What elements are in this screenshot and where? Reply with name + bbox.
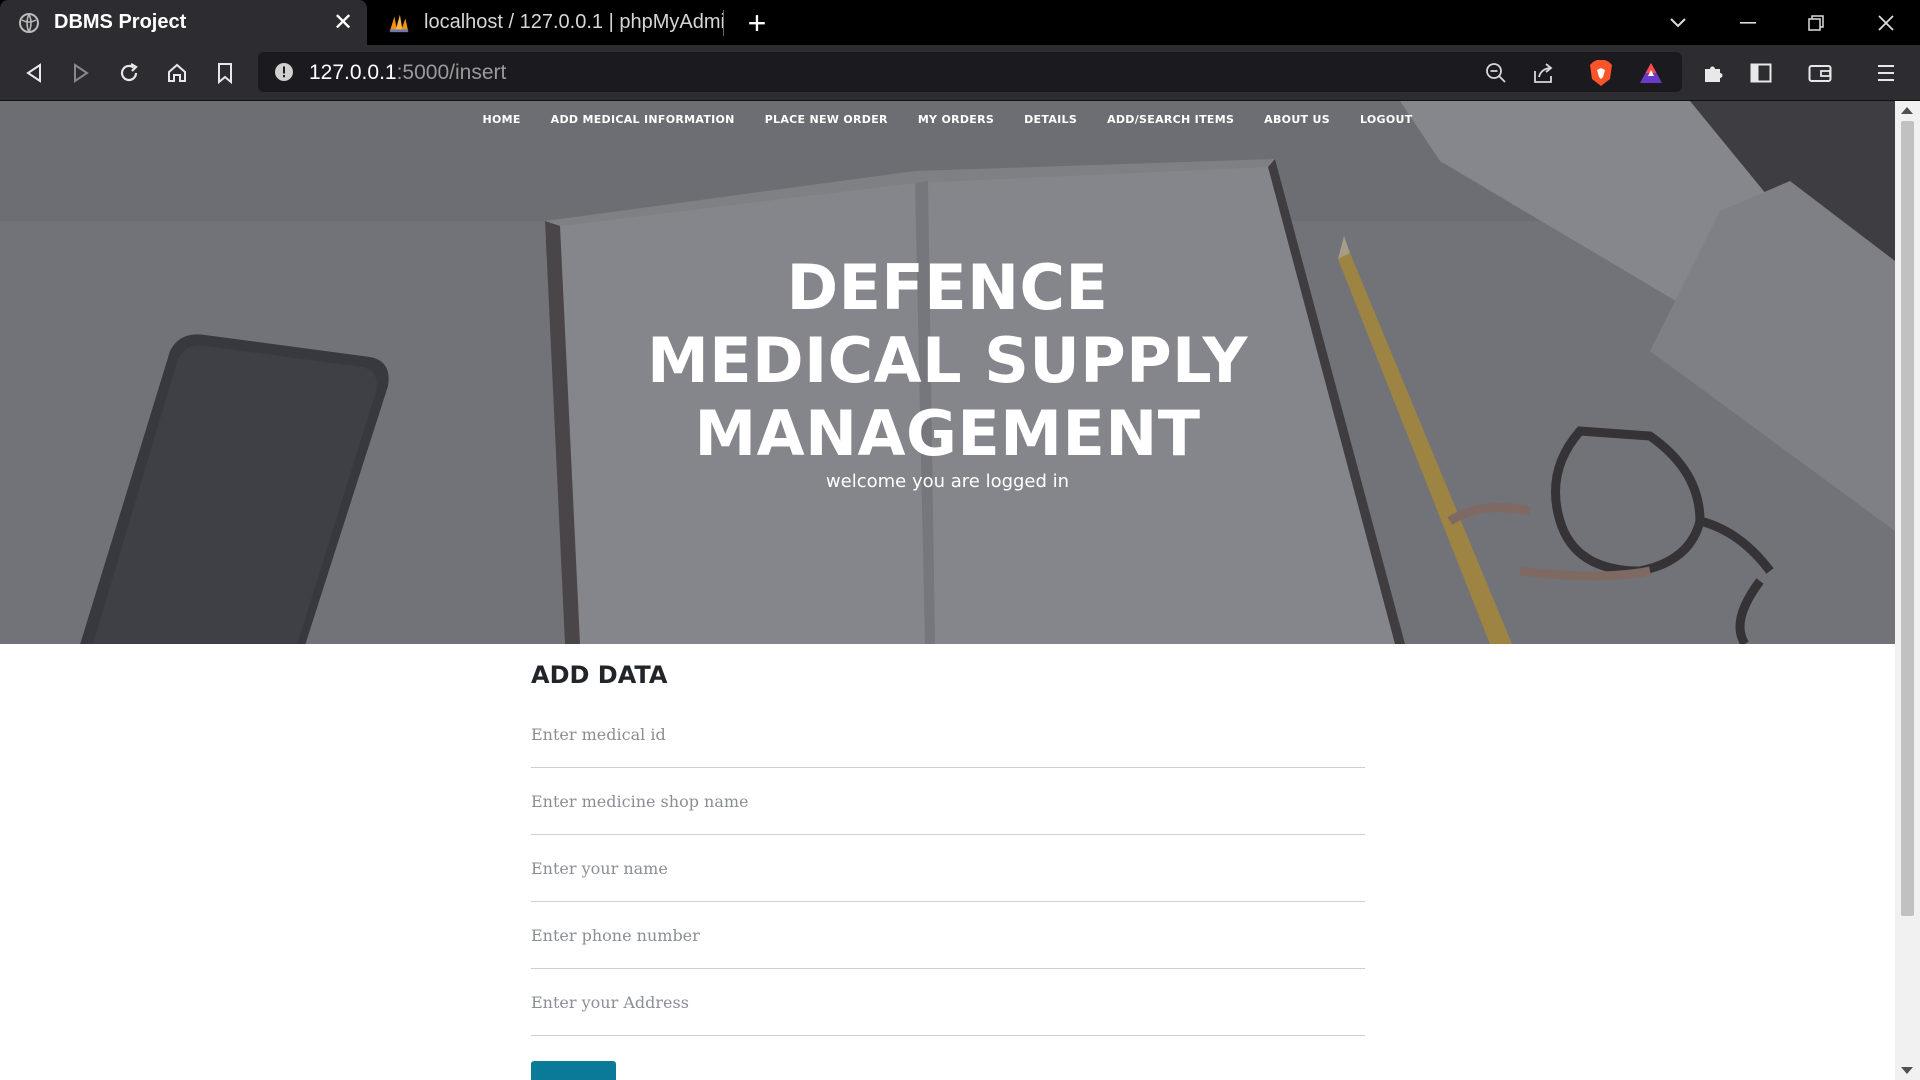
add-data-form: ADD DATA — [531, 661, 1365, 1036]
restore-icon[interactable] — [1786, 0, 1846, 45]
tab-divider — [723, 10, 724, 36]
wallet-icon[interactable] — [1802, 55, 1838, 91]
form-heading: ADD DATA — [531, 661, 668, 689]
brave-rewards-icon[interactable] — [1633, 55, 1669, 91]
scroll-down-arrow-icon[interactable] — [1901, 1067, 1913, 1074]
hero-title-line: MEDICAL SUPPLY — [647, 324, 1248, 397]
nav-about-us[interactable]: ABOUT US — [1249, 113, 1345, 126]
nav-home[interactable]: HOME — [467, 113, 535, 126]
url-text: 127.0.0.1:5000/insert — [309, 61, 506, 85]
hero-title: DEFENCE MEDICAL SUPPLY MANAGEMENT — [0, 251, 1895, 470]
bookmark-icon[interactable] — [207, 55, 243, 91]
nav-my-orders[interactable]: MY ORDERS — [903, 113, 1009, 126]
address-field[interactable] — [531, 969, 1365, 1036]
sidebar-icon[interactable] — [1743, 55, 1779, 91]
submit-button[interactable]: SUBMIT — [531, 1061, 616, 1080]
hero-title-line: DEFENCE — [786, 251, 1109, 324]
hero-title-line: MANAGEMENT — [694, 397, 1201, 470]
scrollbar-thumb[interactable] — [1901, 121, 1914, 916]
menu-icon[interactable] — [1868, 55, 1904, 91]
page-viewport: HOME ADD MEDICAL INFORMATION PLACE NEW O… — [0, 101, 1920, 1080]
nav-place-new-order[interactable]: PLACE NEW ORDER — [750, 113, 903, 126]
close-window-icon[interactable] — [1856, 0, 1916, 45]
tab-search-chevron-icon[interactable] — [1648, 0, 1708, 45]
close-tab-icon[interactable]: ✕ — [329, 9, 357, 37]
forward-icon[interactable] — [63, 55, 99, 91]
top-navigation: HOME ADD MEDICAL INFORMATION PLACE NEW O… — [0, 113, 1895, 126]
tab-dbms-project[interactable]: DBMS Project ✕ — [0, 0, 367, 45]
tab-phpmyadmin[interactable]: localhost / 127.0.0.1 | phpMyAdmin 5. — [370, 0, 725, 45]
scroll-up-arrow-icon[interactable] — [1901, 107, 1913, 114]
extensions-icon[interactable] — [1695, 55, 1731, 91]
nav-logout[interactable]: LOGOUT — [1345, 113, 1428, 126]
nav-details[interactable]: DETAILS — [1009, 113, 1092, 126]
globe-icon — [18, 12, 40, 34]
address-bar[interactable]: 127.0.0.1:5000/insert — [258, 52, 1682, 92]
url-host: 127.0.0.1 — [309, 61, 397, 84]
share-icon[interactable] — [1526, 55, 1562, 91]
reload-icon[interactable] — [111, 55, 147, 91]
site-info-icon[interactable] — [274, 62, 294, 82]
hero-section: HOME ADD MEDICAL INFORMATION PLACE NEW O… — [0, 101, 1895, 644]
back-icon[interactable] — [16, 55, 52, 91]
minimize-icon[interactable] — [1718, 0, 1778, 45]
brave-shields-icon[interactable] — [1583, 55, 1619, 91]
phpmyadmin-icon — [388, 12, 410, 34]
hero-subtitle: welcome you are logged in — [825, 471, 1070, 492]
nav-add-medical-information[interactable]: ADD MEDICAL INFORMATION — [536, 113, 750, 126]
medical-id-field[interactable] — [531, 701, 1365, 768]
tab-strip: DBMS Project ✕ localhost / 127.0.0.1 | p… — [0, 0, 1920, 45]
browser-toolbar: 127.0.0.1:5000/insert — [0, 45, 1920, 101]
name-field[interactable] — [531, 835, 1365, 902]
home-icon[interactable] — [159, 55, 195, 91]
vertical-scrollbar[interactable] — [1895, 101, 1920, 1080]
nav-add-search-items[interactable]: ADD/SEARCH ITEMS — [1092, 113, 1249, 126]
medicine-shop-name-field[interactable] — [531, 768, 1365, 835]
phone-number-field[interactable] — [531, 902, 1365, 969]
zoom-out-icon[interactable] — [1478, 55, 1514, 91]
tab-title: DBMS Project — [54, 11, 187, 33]
tab-title: localhost / 127.0.0.1 | phpMyAdmin 5. — [424, 11, 725, 33]
url-path: :5000/insert — [396, 61, 507, 84]
new-tab-icon[interactable]: + — [740, 5, 774, 41]
